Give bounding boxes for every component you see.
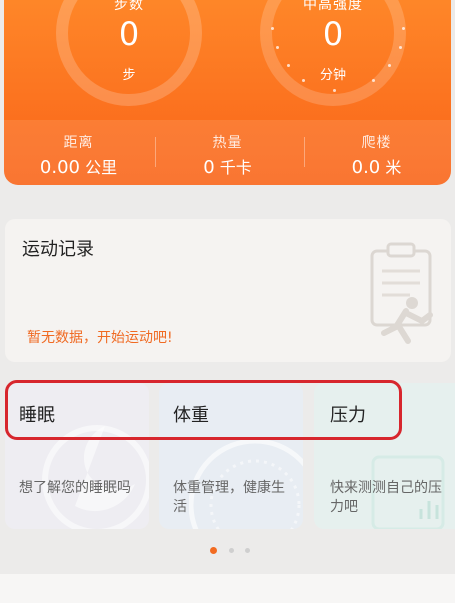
stress-card-title: 压力 (330, 405, 366, 426)
record-empty-text: 暂无数据，开始运动吧! (27, 330, 173, 346)
pager-dot[interactable] (229, 548, 234, 553)
stat-calories-value: 0 (203, 157, 215, 178)
stat-floors: 爬楼 0.0 米 (302, 132, 451, 178)
stats-row: 距离 0.00 公里 热量 0 千卡 爬楼 0.0 米 (4, 120, 451, 185)
sleep-card-desc: 想了解您的睡眠吗 (19, 480, 131, 496)
weight-card-title: 体重 (173, 405, 209, 426)
intensity-label: 中高强度 (303, 0, 363, 13)
stat-distance-unit: 公里 (85, 158, 118, 177)
stat-calories-label: 热量 (212, 135, 243, 151)
stat-distance-value: 0.00 (39, 157, 80, 178)
stat-floors-unit: 米 (385, 158, 402, 177)
stat-floors-label: 爬楼 (361, 135, 392, 151)
stress-card[interactable]: 压力 快来测测自己的压力吧 (314, 383, 455, 529)
intensity-unit: 分钟 (319, 68, 346, 83)
weight-card[interactable]: 体重 体重管理，健康生活 (159, 383, 303, 529)
sleep-card-title: 睡眠 (19, 405, 55, 426)
intensity-value: 0 (322, 15, 344, 53)
record-title: 运动记录 (22, 239, 94, 260)
stat-calories-unit: 千卡 (219, 158, 252, 177)
steps-value: 0 (118, 15, 140, 53)
stress-card-desc: 快来测测自己的压力吧 (330, 480, 442, 515)
exercise-record-card[interactable]: 运动记录 暂无数据，开始运动吧! (5, 219, 451, 362)
weight-card-desc: 体重管理，健康生活 (173, 480, 285, 515)
sleep-card[interactable]: 睡眠 想了解您的睡眠吗 (5, 383, 149, 529)
pager-dot[interactable] (245, 548, 250, 553)
steps-unit: 步 (122, 68, 136, 83)
stat-floors-value: 0.0 (351, 157, 381, 178)
activity-summary-card[interactable]: 步数 0 步 中高强度 0 分钟 距离 0.00 公里 热量 0 千卡 爬楼 0… (4, 0, 451, 185)
pager-dot-active[interactable] (210, 547, 217, 554)
moon-icon (42, 425, 149, 529)
stat-distance: 距离 0.00 公里 (4, 132, 153, 178)
stat-calories: 热量 0 千卡 (153, 132, 302, 178)
steps-label: 步数 (114, 0, 144, 13)
next-section-card (0, 574, 455, 603)
stat-distance-label: 距离 (63, 135, 94, 151)
clipboard-runner-icon (370, 242, 433, 344)
ring-tick-dot (333, 89, 336, 92)
